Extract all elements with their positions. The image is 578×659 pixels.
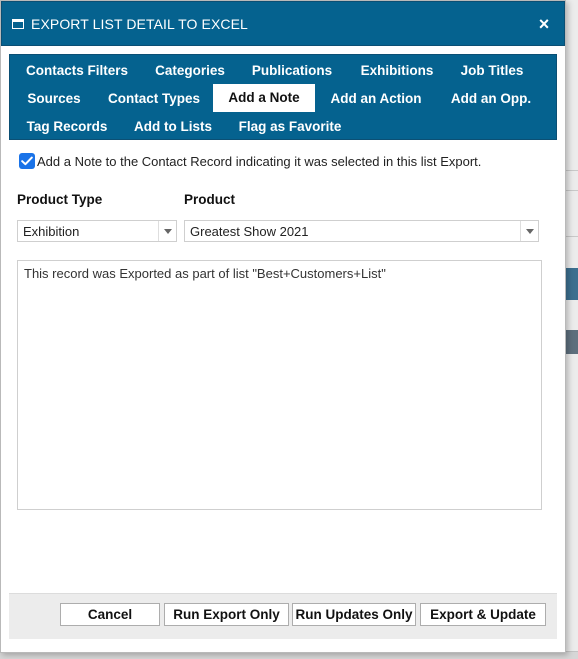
export-update-button[interactable]: Export & Update (420, 603, 546, 626)
run-updates-only-button[interactable]: Run Updates Only (292, 603, 416, 626)
product-type-label: Product Type (17, 192, 103, 207)
background-divider (566, 236, 578, 237)
tab-add-an-action[interactable]: Add an Action (324, 85, 428, 113)
product-type-value: Exhibition (23, 223, 80, 239)
tab-add-an-opp[interactable]: Add an Opp. (444, 85, 538, 113)
window-icon (12, 19, 24, 29)
add-note-option: Add a Note to the Contact Record indicat… (19, 153, 481, 169)
add-note-checkbox[interactable] (19, 153, 35, 169)
chevron-down-icon[interactable] (520, 221, 538, 241)
background-divider (566, 170, 578, 171)
tab-contacts-filters[interactable]: Contacts Filters (22, 57, 132, 85)
dialog-titlebar[interactable]: EXPORT LIST DETAIL TO EXCEL × (1, 1, 565, 46)
background-panel-header (566, 268, 578, 300)
tab-add-a-note[interactable]: Add a Note (213, 84, 315, 112)
chevron-down-icon[interactable] (158, 221, 176, 241)
close-button[interactable]: × (534, 14, 554, 34)
add-note-checkbox-label: Add a Note to the Contact Record indicat… (37, 153, 482, 169)
export-dialog: EXPORT LIST DETAIL TO EXCEL × Contacts F… (0, 0, 566, 653)
tab-job-titles[interactable]: Job Titles (454, 57, 530, 85)
checkmark-icon (21, 156, 33, 166)
product-select[interactable]: Greatest Show 2021 (184, 220, 539, 242)
dialog-title: EXPORT LIST DETAIL TO EXCEL (31, 15, 248, 32)
product-type-select[interactable]: Exhibition (17, 220, 177, 242)
tab-flag-as-favorite[interactable]: Flag as Favorite (234, 113, 346, 141)
note-textarea[interactable]: This record was Exported as part of list… (17, 260, 542, 510)
tab-publications[interactable]: Publications (246, 57, 338, 85)
tab-contact-types[interactable]: Contact Types (102, 85, 206, 113)
run-export-only-button[interactable]: Run Export Only (164, 603, 289, 626)
background-divider (566, 190, 578, 191)
cancel-button[interactable]: Cancel (60, 603, 160, 626)
tab-categories[interactable]: Categories (148, 57, 232, 85)
tab-tag-records[interactable]: Tag Records (22, 113, 112, 141)
tab-exhibitions[interactable]: Exhibitions (354, 57, 440, 85)
product-value: Greatest Show 2021 (190, 223, 309, 239)
tab-bar: Contacts Filters Categories Publications… (9, 54, 557, 140)
background-panel-bar (566, 330, 578, 354)
product-label: Product (184, 192, 236, 207)
tab-sources[interactable]: Sources (22, 85, 86, 113)
tab-add-to-lists[interactable]: Add to Lists (126, 113, 220, 141)
dialog-footer: Cancel Run Export Only Run Updates Only … (9, 593, 557, 639)
